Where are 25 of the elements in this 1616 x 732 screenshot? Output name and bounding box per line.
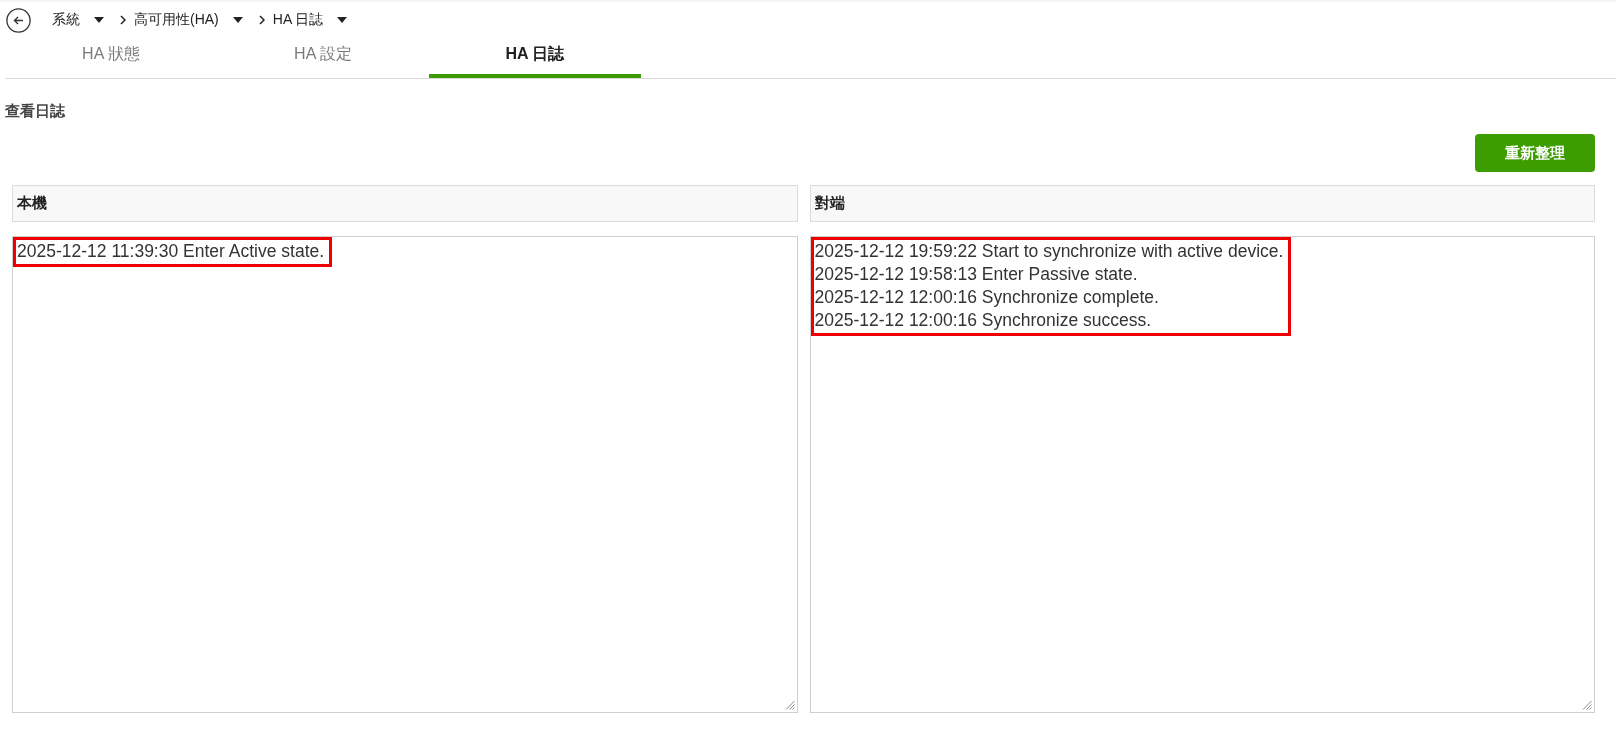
log-line: 2025-12-12 19:58:13 Enter Passive state.	[814, 263, 1139, 286]
caret-icon	[232, 17, 243, 23]
breadcrumb-dropdown[interactable]: 系統	[52, 11, 104, 29]
tab[interactable]: HA 狀態	[5, 40, 217, 78]
log-text-area[interactable]: 2025-12-12 19:59:22 Start to synchronize with active device. 2025-12-12 19:58:13 Enter Passive state. 2025-12-12 12:00:16 Synchronize complete. 2025-12-12 12:00:16 Synchronize success.	[809, 236, 1595, 713]
panel-title: 對端	[814, 194, 845, 213]
caret-icon	[337, 17, 348, 23]
resize-handle-icon[interactable]	[1582, 700, 1592, 710]
resize-handle-icon[interactable]	[784, 700, 795, 710]
caret-icon	[94, 17, 104, 23]
tab[interactable]: HA 設定	[217, 40, 429, 78]
tab[interactable]: HA 日誌	[429, 40, 641, 78]
chevron-right-icon	[258, 15, 265, 25]
log-line: 2025-12-12 19:59:22 Start to synchronize with active device.	[814, 240, 1284, 263]
panel-title: 本機	[17, 194, 47, 213]
log-line: 2025-12-12 12:00:16 Synchronize success.	[814, 309, 1153, 332]
section-title: 查看日誌	[5, 101, 66, 121]
breadcrumb-dropdown[interactable]: HA 日誌	[272, 11, 348, 29]
refresh-button[interactable]: 重新整理	[1475, 134, 1595, 172]
breadcrumb-dropdown[interactable]: 高可用性(HA)	[134, 11, 243, 29]
chevron-right-icon	[120, 15, 126, 25]
log-text-area[interactable]: 2025-12-12 11:39:30 Enter Active state.	[12, 236, 798, 713]
log-line: 2025-12-12 11:39:30 Enter Active state.	[17, 240, 325, 263]
back-button[interactable]	[6, 7, 31, 33]
log-line: 2025-12-12 12:00:16 Synchronize complete.	[814, 286, 1160, 309]
